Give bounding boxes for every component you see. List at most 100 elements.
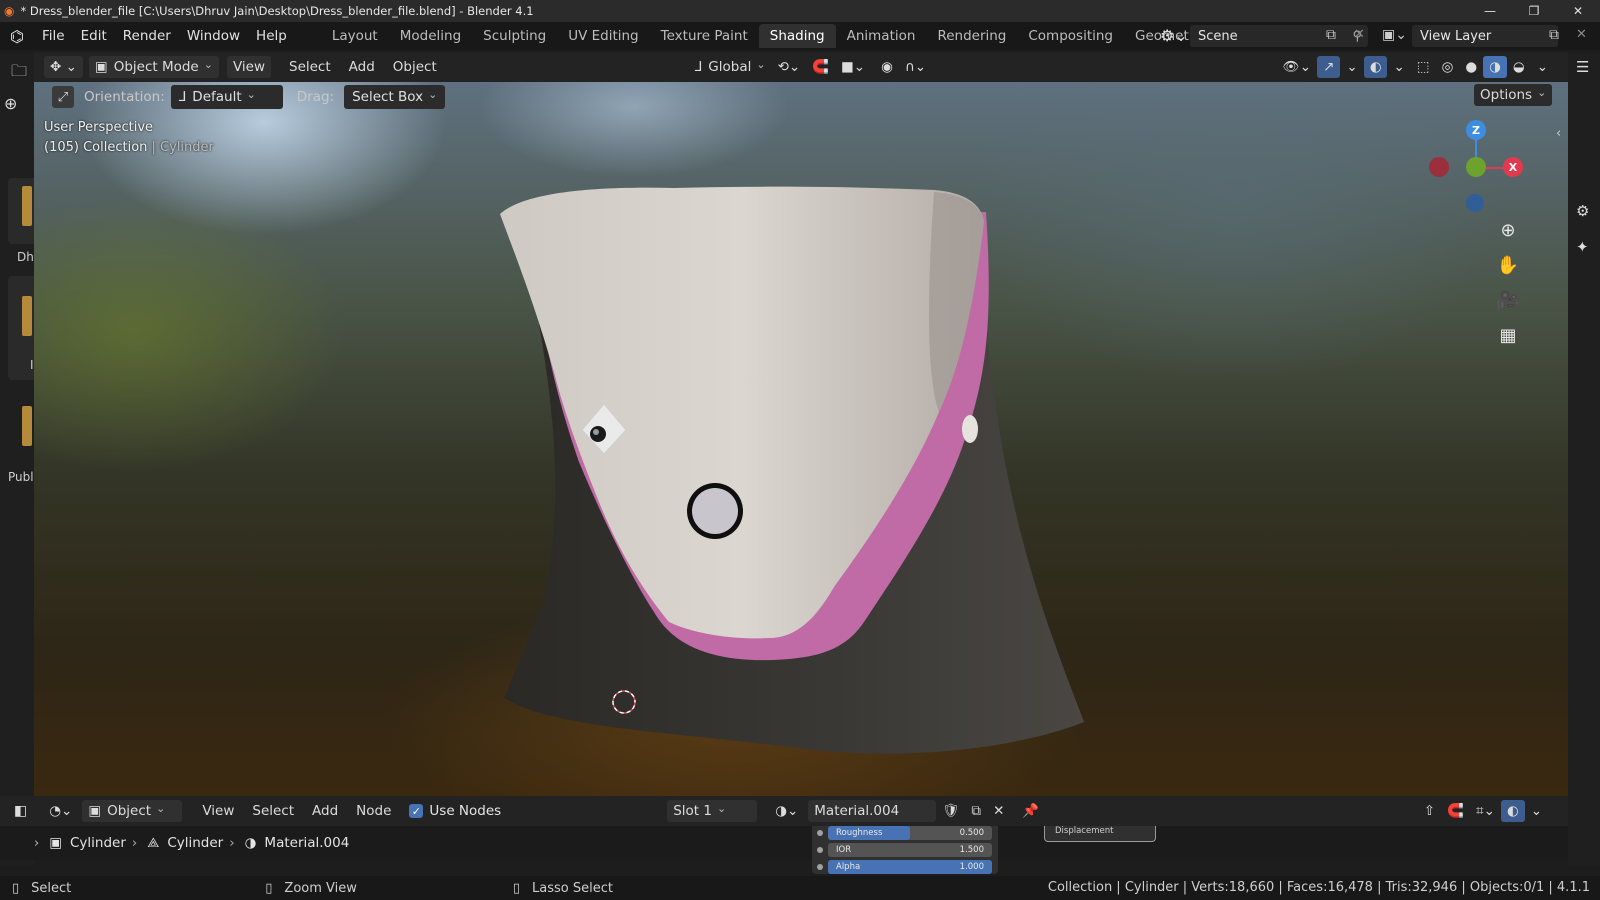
editor-type-button[interactable]: ✥ ⌄ — [44, 56, 83, 78]
tab-compositing[interactable]: Compositing — [1017, 24, 1124, 48]
dress-model[interactable] — [34, 82, 1568, 796]
alpha-field[interactable]: Alpha 1.000 — [828, 860, 992, 874]
gizmo-dropdown-icon[interactable]: ⌄ — [1340, 56, 1363, 78]
sidebar-toggle-icon[interactable]: ◧ — [14, 803, 27, 819]
delete-scene-icon[interactable]: ✕ — [1354, 27, 1365, 42]
orientation-dropdown[interactable]: ⅃ Default — [170, 85, 283, 109]
input-socket[interactable] — [817, 847, 823, 853]
material-preview-shading-icon[interactable]: ◑ — [1483, 56, 1507, 78]
slot-dropdown[interactable]: Slot 1 — [667, 800, 758, 822]
node-overlays-icon[interactable]: ◐ — [1500, 800, 1525, 822]
duplicate-material-icon[interactable]: ⧉ — [965, 800, 987, 822]
menu-add[interactable]: Add — [343, 56, 381, 78]
mode-dropdown[interactable]: ▣ Object Mode — [88, 56, 219, 78]
file-browser-icon[interactable]: 🗀 — [11, 60, 27, 87]
close-window-button[interactable]: ✕ — [1556, 0, 1600, 22]
gizmo-z-axis[interactable]: Z — [1466, 120, 1486, 140]
menu-select[interactable]: Select — [283, 56, 337, 78]
input-socket[interactable] — [817, 864, 823, 870]
perspective-toggle-icon[interactable]: ▦ — [1495, 322, 1521, 348]
gizmo-x-axis[interactable]: X — [1503, 157, 1523, 177]
node-editor-canvas[interactable]: › ▣ Cylinder › ⟁ Cylinder › ◑ Material.0… — [0, 826, 1568, 860]
material-browse-icon[interactable]: ◑⌄ — [769, 800, 804, 822]
principled-bsdf-node[interactable]: Roughness 0.500 IOR 1.500 Alpha 1.000 — [812, 826, 998, 874]
blender-menu-icon[interactable]: ⌬ — [0, 27, 34, 46]
menu-object[interactable]: Object — [387, 56, 443, 78]
roughness-field[interactable]: Roughness 0.500 — [828, 826, 992, 840]
maximize-button[interactable]: ❐ — [1512, 0, 1556, 22]
options-dropdown[interactable]: Options — [1474, 84, 1553, 106]
select-tool-icon[interactable]: ⊕ — [4, 94, 17, 113]
gizmo-neg-x-axis[interactable] — [1429, 157, 1449, 177]
scene-selector-icon[interactable]: ⚙⌄ — [1160, 26, 1188, 45]
collapse-sidebar-icon[interactable]: ‹ — [1556, 126, 1561, 141]
tab-layout[interactable]: Layout — [321, 24, 389, 48]
node-snap-icon[interactable]: 🧲 — [1441, 800, 1470, 822]
wireframe-shading-icon[interactable]: ◎ — [1436, 56, 1460, 78]
gizmo-y-axis[interactable] — [1466, 157, 1486, 177]
snap-grid-icon[interactable]: ⌗⌄ — [1470, 800, 1501, 822]
fake-user-icon[interactable]: 🛡 — [936, 800, 965, 822]
new-view-layer-icon[interactable]: ⧉ — [1549, 27, 1559, 43]
menu-window[interactable]: Window — [179, 22, 248, 50]
editor-type-button[interactable]: ◔⌄ — [43, 800, 78, 822]
asset-thumbnail[interactable] — [22, 186, 32, 226]
asset-thumbnail[interactable] — [22, 406, 32, 446]
menu-view[interactable]: View — [226, 56, 271, 78]
asset-thumbnail[interactable] — [22, 296, 32, 336]
tab-sculpting[interactable]: Sculpting — [472, 24, 557, 48]
tab-modeling[interactable]: Modeling — [389, 24, 472, 48]
view-layer-field[interactable]: View Layer — [1412, 25, 1558, 47]
menu-render[interactable]: Render — [115, 22, 179, 50]
material-name-field[interactable]: Material.004 — [808, 800, 937, 822]
transform-orientation-dropdown[interactable]: ⅃ Global — [689, 56, 772, 78]
new-scene-icon[interactable]: ⧉ — [1326, 27, 1336, 43]
minimize-button[interactable]: — — [1468, 0, 1512, 22]
properties-icon[interactable]: ⚙ — [1576, 202, 1589, 220]
3d-viewport[interactable]: User Perspective (105) Collection | Cyli… — [34, 82, 1568, 796]
view-layer-icon[interactable]: ▣⌄ — [1382, 27, 1407, 43]
outliner-icon[interactable]: ☰ — [1576, 58, 1589, 76]
material-output-node[interactable]: Displacement — [1044, 826, 1156, 842]
gizmo-toggle-icon[interactable]: ↗ — [1317, 56, 1341, 78]
tab-rendering[interactable]: Rendering — [926, 24, 1017, 48]
pan-hand-icon[interactable]: ✋ — [1495, 252, 1521, 278]
parent-node-tree-icon[interactable]: ⇧ — [1418, 800, 1441, 822]
snap-icon[interactable]: 🧲 — [806, 56, 835, 78]
node-menu-node[interactable]: Node — [350, 800, 397, 822]
tab-animation[interactable]: Animation — [836, 24, 927, 48]
drag-dropdown[interactable]: Select Box — [344, 85, 446, 109]
node-overlays-dropdown-icon[interactable]: ⌄ — [1525, 800, 1548, 822]
tab-uv-editing[interactable]: UV Editing — [557, 24, 649, 48]
gizmo-neg-z-axis[interactable] — [1466, 194, 1484, 212]
delete-view-layer-icon[interactable]: ✕ — [1576, 27, 1587, 42]
scene-properties-icon[interactable]: ✦ — [1576, 238, 1589, 256]
transform-tool-icon[interactable]: ⤢ — [52, 86, 74, 108]
pin-icon[interactable]: 📌 — [1016, 800, 1045, 822]
shading-dropdown-icon[interactable]: ⌄ — [1531, 56, 1554, 78]
shader-type-dropdown[interactable]: ▣ Object — [82, 800, 183, 822]
falloff-icon[interactable]: ∩⌄ — [899, 56, 932, 78]
node-menu-add[interactable]: Add — [306, 800, 344, 822]
expand-breadcrumb-icon[interactable]: › — [34, 836, 39, 851]
use-nodes-checkbox[interactable]: ✓ — [409, 804, 424, 818]
tab-shading[interactable]: Shading — [758, 24, 836, 48]
unlink-material-icon[interactable]: ✕ — [987, 800, 1010, 822]
menu-file[interactable]: File — [34, 22, 73, 50]
overlays-dropdown-icon[interactable]: ⌄ — [1387, 56, 1410, 78]
proportional-editing-icon[interactable]: ◉ — [875, 56, 899, 78]
pivot-point-icon[interactable]: ⟲⌄ — [772, 56, 807, 78]
rendered-shading-icon[interactable]: ◒ — [1507, 56, 1531, 78]
camera-view-icon[interactable]: 🎥 — [1495, 287, 1521, 313]
ior-field[interactable]: IOR 1.500 — [828, 843, 992, 857]
zoom-icon[interactable]: ⊕ — [1495, 217, 1521, 243]
menu-edit[interactable]: Edit — [73, 22, 115, 50]
snap-target-icon[interactable]: ■⌄ — [835, 56, 871, 78]
overlays-toggle-icon[interactable]: ◐ — [1363, 56, 1388, 78]
node-menu-view[interactable]: View — [196, 800, 240, 822]
solid-shading-icon[interactable]: ● — [1459, 56, 1483, 78]
tab-texture-paint[interactable]: Texture Paint — [650, 24, 759, 48]
xray-toggle-icon[interactable]: ⬚ — [1411, 56, 1436, 78]
scene-field[interactable]: Scene ⚲ — [1190, 25, 1368, 47]
node-menu-select[interactable]: Select — [246, 800, 300, 822]
